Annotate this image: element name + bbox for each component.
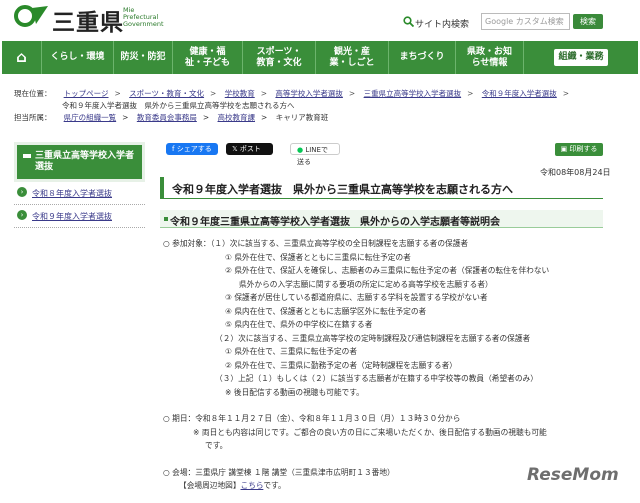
content-body: ○ 参加対象：（１）次に該当する、三重県立高等学校の全日制課程を志願する者の保護… bbox=[163, 237, 603, 493]
crumb-current: 令和９年度入学者選抜 県外から三重県立高等学校を志願される方へ bbox=[62, 101, 295, 110]
print-button[interactable]: ▣ 印刷する bbox=[555, 143, 603, 156]
sidebar: 三重県立高等学校入学者選抜 › 令和８年度入学者選抜 › 令和９年度入学者選抜 bbox=[14, 142, 145, 228]
logo-text[interactable]: 三重県 bbox=[52, 3, 124, 37]
arrow-icon: › bbox=[17, 210, 27, 220]
date-note-cont: です。 bbox=[205, 441, 228, 450]
search-button[interactable]: 検索 bbox=[573, 14, 603, 29]
crumb-sports[interactable]: スポーツ・教育・文化 bbox=[129, 89, 204, 98]
search-input[interactable]: Google カスタム検索 bbox=[481, 13, 570, 30]
nav-health[interactable]: 健康・福祉・子ども bbox=[173, 41, 243, 74]
crumb-mie-highschool[interactable]: 三重県立高等学校入学者選抜 bbox=[364, 89, 462, 98]
nav-town[interactable]: まちづくり bbox=[389, 41, 456, 74]
date-note: ※ 両日とも内容は同じです。ご都合の良い方の日にご来場いただくか、後日配信する動… bbox=[193, 427, 547, 437]
dept-hs-division[interactable]: 高校教育課 bbox=[218, 113, 256, 122]
nav-disaster[interactable]: 防災・防犯 bbox=[114, 41, 173, 74]
target-item: ④ 県内在住で、保護者とともに志願学区外に転住予定の者 bbox=[225, 306, 427, 316]
nav-home-icon[interactable]: ⌂ bbox=[2, 41, 42, 74]
page-title: 令和９年度入学者選抜 県外から三重県立高等学校を志願される方へ bbox=[160, 177, 603, 199]
target-line: （３）上記（１）もしくは（２）に該当する志願者が在籍する中学校等の教員（希望者の… bbox=[215, 374, 538, 383]
target-item: ① 県外在住で、保護者とともに三重県に転住予定の者 bbox=[225, 252, 411, 262]
target-item: ① 県外在住で、三重県に転住予定の者 bbox=[225, 347, 358, 356]
global-nav: ⌂ くらし・環境 防災・防犯 健康・福祉・子ども スポーツ・教育・文化 観光・産… bbox=[2, 41, 638, 74]
logo-english: Mie Prefectural Government bbox=[123, 6, 164, 28]
date-line: ○ 期日：令和８年１１月２７日（金）、令和８年１１月３０日（月）１３時３０分から bbox=[163, 414, 461, 423]
target-item-cont: 県外からの入学志願に関する要項の所定に定める高等学校を志願する者） bbox=[239, 279, 493, 289]
nav-organization[interactable]: 組織・業務 bbox=[524, 41, 638, 74]
nav-prefgov[interactable]: 県政・お知らせ情報 bbox=[456, 41, 524, 74]
site-search-label: サイト内検索 bbox=[415, 20, 470, 30]
target-item: ② 県外在住で、保証人を確保し、志願者のみ三重県に転住予定の者（保護者の転住を伴… bbox=[225, 266, 550, 275]
section-title: 令和９年度三重県立高等学校入学者選抜 県外からの入学志願者等説明会 bbox=[160, 210, 603, 228]
nav-sports[interactable]: スポーツ・教育・文化 bbox=[243, 41, 316, 74]
sidebar-item-r9[interactable]: › 令和９年度入学者選抜 bbox=[14, 205, 145, 228]
nav-living[interactable]: くらし・環境 bbox=[42, 41, 114, 74]
mie-logo-icon[interactable] bbox=[14, 4, 50, 28]
crumb-highschool[interactable]: 高等学校入学者選抜 bbox=[275, 89, 343, 98]
target-item: ⑤ 県内在住で、県外の中学校に在籍する者 bbox=[225, 320, 373, 329]
line-share-button[interactable]: ● LINEで送る bbox=[290, 143, 340, 166]
watermark: ReseMom bbox=[527, 465, 619, 485]
arrow-icon: › bbox=[17, 187, 27, 197]
sidebar-item-r8[interactable]: › 令和８年度入学者選抜 bbox=[14, 182, 145, 205]
nav-tourism[interactable]: 観光・産業・しごと bbox=[316, 41, 389, 74]
map-link[interactable]: こちら bbox=[241, 481, 264, 490]
x-post-button[interactable]: 𝕏 ポスト bbox=[226, 143, 273, 155]
site-header: 三重県 Mie Prefectural Government サイト内検索 Goog… bbox=[0, 0, 640, 40]
crumb-r9[interactable]: 令和９年度入学者選抜 bbox=[482, 89, 557, 98]
facebook-share-button[interactable]: f シェアする bbox=[166, 143, 218, 155]
bullet-icon bbox=[164, 217, 168, 221]
target-line: （２）次に該当する、三重県立高等学校の定時制課程及び通信制課程を志願する者の保護… bbox=[215, 333, 531, 343]
dept-career: キャリア教育班 bbox=[275, 113, 329, 122]
note: ※ 後日配信する動画の視聴も可能です。 bbox=[225, 387, 364, 397]
crumb-top[interactable]: トップページ bbox=[64, 89, 109, 98]
social-buttons: f シェアする 𝕏 ポスト ● LINEで送る bbox=[166, 143, 340, 166]
dept-org-list[interactable]: 県庁の組織一覧 bbox=[64, 113, 117, 122]
dept-board[interactable]: 教育委員会事務局 bbox=[137, 113, 197, 122]
target-item: ③ 保護者が居住している都道府県に、志願する学科を設置する学校がない者 bbox=[225, 293, 488, 302]
target-line: ○ 参加対象：（１）次に該当する、三重県立高等学校の全日制課程を志願する者の保護… bbox=[163, 239, 469, 248]
crumb-school[interactable]: 学校教育 bbox=[225, 89, 255, 98]
breadcrumb: 現在位置： トップページ > スポーツ・教育・文化 > 学校教育 > 高等学校入学者選… bbox=[14, 89, 570, 110]
search-icon bbox=[403, 16, 414, 27]
department: 担当所属： 県庁の組織一覧 > 教育委員会事務局 > 高校教育課 > キャリア教育班 bbox=[14, 113, 329, 122]
sidebar-heading[interactable]: 三重県立高等学校入学者選抜 bbox=[14, 142, 145, 182]
target-item: ② 県外在住で、三重県に勤務予定の者（定時制課程を志願する者） bbox=[225, 360, 457, 370]
